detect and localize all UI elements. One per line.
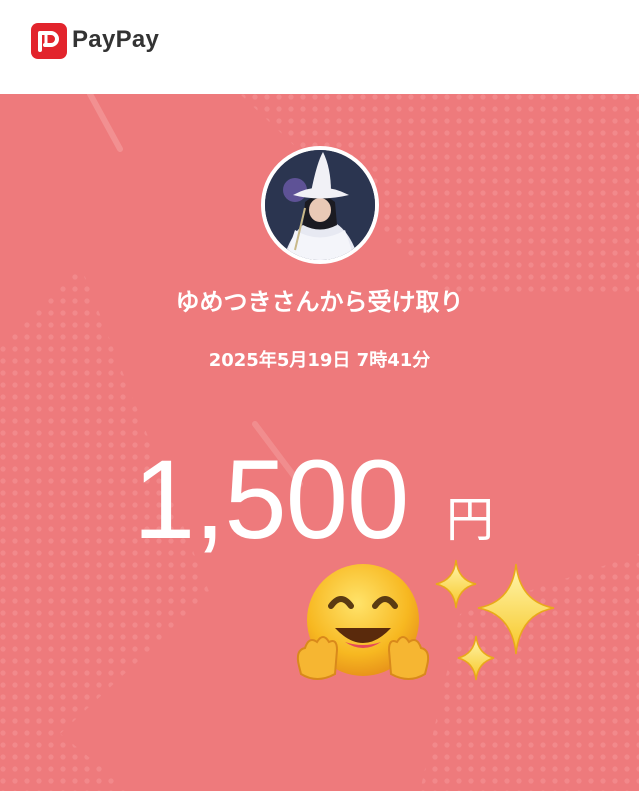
- sparkles-emoji: [435, 559, 555, 681]
- sender-text: ゆめつきさんから受け取り: [175, 288, 464, 316]
- receipt-card: ゆめつきさんから受け取り 2025年5月19日 7時41分 1,500 円: [0, 94, 639, 791]
- amount-value: 1,500: [133, 437, 409, 562]
- brand-name: PayPay: [72, 26, 160, 53]
- sender-avatar: [261, 146, 379, 264]
- paypay-logo-icon: [31, 23, 67, 59]
- currency-label: 円: [446, 492, 495, 548]
- app-header: PayPay: [0, 0, 639, 94]
- user-avatar: [265, 150, 375, 260]
- transaction-datetime: 2025年5月19日 7時41分: [208, 350, 431, 371]
- hugging-face-emoji: [296, 564, 430, 680]
